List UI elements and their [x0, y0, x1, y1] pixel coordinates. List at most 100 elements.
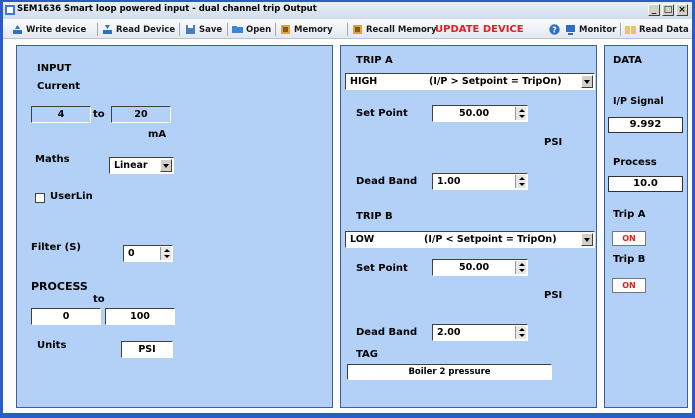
- maths-value: Linear: [114, 160, 148, 171]
- trip-panel: TRIP A HIGH (I/P > Setpoint = TripOn) Se…: [340, 45, 597, 408]
- recall-memory-label: Recall Memory: [366, 24, 437, 35]
- trip-a-deadband-label: Dead Band: [356, 176, 418, 187]
- process-to-label: to: [93, 294, 105, 305]
- input-range-high: 20: [111, 106, 171, 123]
- tag-label: TAG: [356, 349, 378, 360]
- app-window: SEM1636 Smart loop powered input - dual …: [0, 0, 695, 418]
- trip-a-setpoint-value: 50.00: [459, 108, 490, 119]
- toolbar-separator: [97, 23, 98, 36]
- app-icon: [5, 5, 15, 15]
- spin-arrows-icon[interactable]: [160, 247, 171, 260]
- write-device-label: Write device: [26, 24, 87, 35]
- trip-b-setpoint-stepper[interactable]: 50.00: [432, 259, 528, 276]
- input-heading: INPUT: [37, 63, 72, 74]
- trip-b-unit-label: PSI: [544, 290, 563, 301]
- help-button[interactable]: ?: [549, 23, 563, 36]
- read-data-label: Read Data: [639, 24, 689, 35]
- save-label: Save: [199, 24, 223, 35]
- trip-a-mode-select[interactable]: HIGH (I/P > Setpoint = TripOn): [345, 73, 595, 90]
- close-icon[interactable]: ×: [676, 4, 688, 16]
- toolbar-separator: [179, 23, 180, 36]
- toolbar-separator: [347, 23, 348, 36]
- open-label: Open: [246, 24, 272, 35]
- update-device-button[interactable]: UPDATE DEVICE: [435, 24, 524, 35]
- recall-memory-icon: [353, 25, 362, 34]
- save-button[interactable]: Save: [185, 23, 222, 36]
- trip-a-deadband-stepper[interactable]: 1.00: [432, 173, 528, 190]
- spin-arrows-icon[interactable]: [515, 261, 526, 274]
- ip-signal-value: 9.992: [608, 117, 683, 133]
- trip-a-setpoint-label: Set Point: [356, 108, 408, 119]
- read-device-button[interactable]: Read Device: [102, 23, 175, 36]
- toolbar-separator: [620, 23, 621, 36]
- trip-a-status-badge: ON: [612, 231, 646, 246]
- maths-select[interactable]: Linear: [109, 157, 174, 174]
- toolbar-separator: [227, 23, 228, 36]
- read-data-icon: [625, 26, 636, 34]
- chevron-down-icon[interactable]: [581, 233, 593, 246]
- input-unit-label: mA: [148, 129, 167, 140]
- trip-a-status-label: Trip A: [613, 209, 646, 220]
- write-device-icon: [13, 25, 22, 34]
- monitor-button[interactable]: Monitor: [565, 23, 616, 36]
- toolbar-separator: [275, 23, 276, 36]
- recall-memory-button[interactable]: Recall Memory: [352, 23, 437, 36]
- spin-arrows-icon[interactable]: [515, 107, 526, 120]
- maths-label: Maths: [35, 154, 70, 165]
- trip-b-deadband-label: Dead Band: [356, 327, 418, 338]
- read-device-icon: [103, 25, 112, 34]
- trip-b-setpoint-value: 50.00: [459, 262, 490, 273]
- trip-b-deadband-value: 2.00: [437, 327, 461, 338]
- trip-b-deadband-stepper[interactable]: 2.00: [432, 324, 528, 341]
- data-panel: DATA I/P Signal 9.992 Process 10.0 Trip …: [604, 45, 688, 408]
- save-icon: [186, 25, 195, 34]
- trip-b-heading: TRIP B: [356, 211, 393, 222]
- ip-signal-label: I/P Signal: [613, 96, 664, 107]
- process-high-input[interactable]: 100: [105, 308, 175, 325]
- userlin-checkbox[interactable]: [35, 193, 45, 203]
- userlin-label: UserLin: [50, 191, 93, 202]
- process-low-input[interactable]: 0: [31, 308, 101, 325]
- memory-label: Memory: [294, 24, 333, 35]
- monitor-icon: [566, 25, 575, 35]
- data-heading: DATA: [613, 55, 643, 66]
- trip-b-status-badge: ON: [612, 278, 646, 293]
- memory-button[interactable]: Memory: [280, 23, 333, 36]
- minimize-icon[interactable]: _: [648, 4, 660, 16]
- input-range-low: 4: [31, 106, 91, 123]
- trip-a-deadband-value: 1.00: [437, 176, 461, 187]
- trip-a-mode-desc: (I/P > Setpoint = TripOn): [429, 76, 562, 87]
- window-title: SEM1636 Smart loop powered input - dual …: [17, 4, 317, 14]
- process-value: 10.0: [608, 176, 683, 192]
- units-input[interactable]: PSI: [121, 341, 173, 358]
- trip-b-mode-value: LOW: [350, 234, 375, 245]
- monitor-label: Monitor: [579, 24, 617, 35]
- process-heading: PROCESS: [31, 280, 88, 293]
- spin-arrows-icon[interactable]: [515, 175, 526, 188]
- trip-b-status-label: Trip B: [613, 254, 646, 265]
- title-bar: SEM1636 Smart loop powered input - dual …: [3, 2, 692, 19]
- chevron-down-icon[interactable]: [160, 159, 172, 172]
- trip-b-mode-desc: (I/P < Setpoint = TripOn): [424, 234, 557, 245]
- trip-b-setpoint-label: Set Point: [356, 263, 408, 274]
- filter-stepper[interactable]: 0: [123, 245, 173, 262]
- process-value-label: Process: [613, 157, 657, 168]
- trip-b-mode-select[interactable]: LOW (I/P < Setpoint = TripOn): [345, 231, 595, 248]
- trip-a-mode-value: HIGH: [350, 76, 378, 87]
- tag-input[interactable]: Boiler 2 pressure: [347, 364, 552, 380]
- spin-arrows-icon[interactable]: [515, 326, 526, 339]
- write-device-button[interactable]: Write device: [12, 23, 86, 36]
- help-icon: ?: [549, 24, 560, 35]
- toolbar: Write device Read Device Save Open Memor…: [3, 19, 692, 39]
- trip-a-setpoint-stepper[interactable]: 50.00: [432, 105, 528, 122]
- maximize-icon[interactable]: □: [662, 4, 674, 16]
- open-button[interactable]: Open: [232, 23, 271, 36]
- read-data-button[interactable]: Read Data: [625, 23, 689, 36]
- chevron-down-icon[interactable]: [581, 75, 593, 88]
- memory-icon: [281, 25, 290, 34]
- open-icon: [232, 26, 243, 33]
- input-to-label: to: [93, 109, 105, 120]
- trip-a-unit-label: PSI: [544, 137, 563, 148]
- trip-a-heading: TRIP A: [356, 55, 393, 66]
- units-label: Units: [37, 340, 67, 351]
